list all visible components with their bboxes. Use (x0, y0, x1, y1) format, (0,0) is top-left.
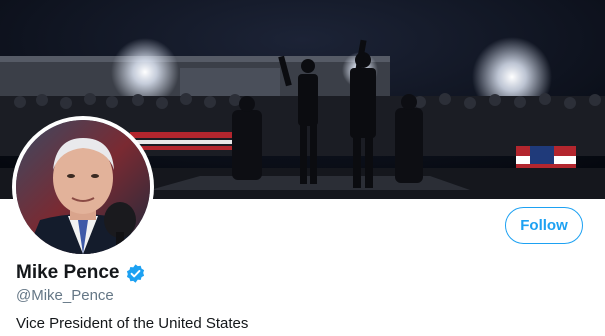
avatar-frame[interactable] (12, 116, 154, 258)
bio: Vice President of the United States (16, 315, 249, 332)
follow-button[interactable]: Follow (505, 207, 583, 244)
name-row: Mike Pence (16, 262, 146, 284)
avatar[interactable] (16, 120, 150, 254)
display-name: Mike Pence (16, 262, 120, 283)
verified-badge-icon (125, 263, 146, 284)
handle: @Mike_Pence (16, 287, 114, 304)
avatar-photo (16, 120, 150, 254)
